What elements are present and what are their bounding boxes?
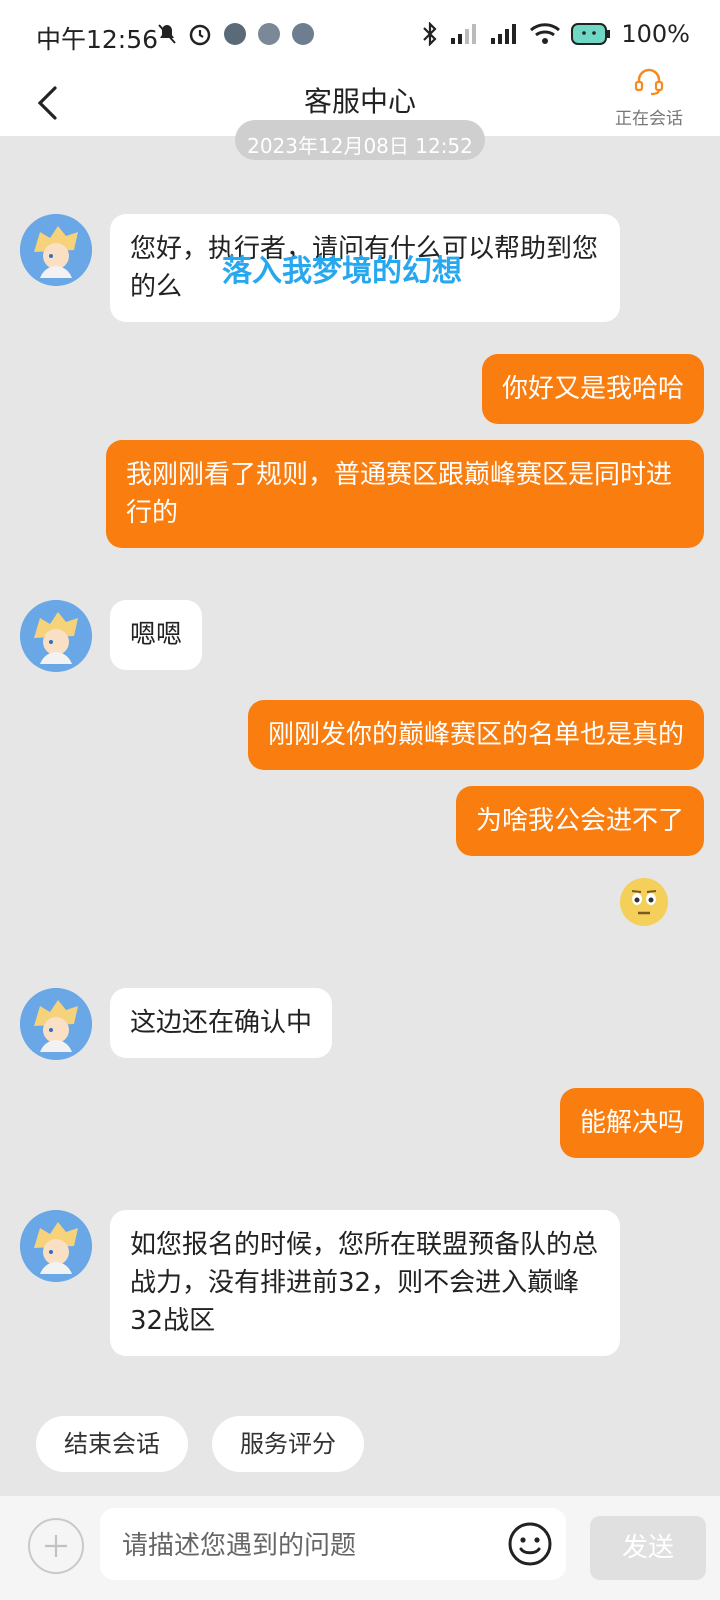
message-bubble-agent: 这边还在确认中	[110, 988, 333, 1058]
signal-icon	[491, 24, 517, 44]
mute-bell-icon	[158, 24, 176, 44]
status-system-icons: 100%	[421, 20, 690, 48]
add-attachment-button[interactable]	[28, 1518, 84, 1574]
overlay-watermark-text: 落入我梦境的幻想	[222, 254, 462, 289]
message-bubble-user: 我刚刚看了规则，普通赛区跟巅峰赛区是同时进行的	[106, 440, 704, 548]
message-bubble-user: 为啥我公会进不了	[455, 786, 704, 856]
smile-icon	[508, 1522, 552, 1566]
agent-avatar[interactable]	[20, 600, 92, 672]
end-session-button[interactable]: 结束会话	[36, 1416, 188, 1472]
alarm-icon	[189, 24, 211, 46]
app-notification-icon	[292, 23, 314, 45]
headset-icon	[634, 68, 664, 96]
bluetooth-icon	[423, 22, 437, 46]
flushed-emoji-icon	[620, 878, 668, 926]
chat-timestamp: 2023年12月08日 12:52	[235, 120, 485, 160]
message-bubble-agent: 如您报名的时候，您所在联盟预备队的总战力，没有排进前32，则不会进入巅峰32战区	[110, 1210, 620, 1356]
agent-avatar[interactable]	[20, 988, 92, 1060]
status-notification-icons	[158, 22, 314, 46]
signal-icon	[451, 24, 477, 44]
emoji-button[interactable]	[506, 1520, 554, 1568]
message-bubble-user: 能解决吗	[559, 1088, 704, 1158]
agent-avatar[interactable]	[20, 214, 92, 286]
message-input-box	[100, 1508, 566, 1582]
status-time: 中午12:56	[36, 25, 159, 54]
quick-actions: 结束会话 服务评分	[36, 1416, 364, 1472]
agent-avatar[interactable]	[20, 1210, 92, 1282]
input-bar: 发送	[0, 1496, 720, 1600]
status-bar: 中午12:56 100%	[0, 0, 720, 72]
send-button[interactable]: 发送	[590, 1516, 706, 1580]
battery-percent: 100%	[621, 20, 690, 48]
rate-service-button[interactable]: 服务评分	[212, 1416, 364, 1472]
app-notification-icon	[258, 23, 280, 45]
plus-icon	[45, 1535, 67, 1557]
wifi-icon	[530, 23, 561, 44]
message-bubble-user: 刚刚发你的巅峰赛区的名单也是真的	[247, 700, 704, 770]
session-status[interactable]: 正在会话	[604, 68, 694, 132]
session-status-label: 正在会话	[615, 109, 683, 129]
message-bubble-agent: 嗯嗯	[110, 600, 203, 670]
message-bubble-user: 你好又是我哈哈	[481, 354, 704, 424]
message-input[interactable]	[120, 1508, 484, 1582]
app-notification-icon	[224, 23, 246, 45]
battery-icon	[571, 23, 611, 45]
chat-area[interactable]: 2023年12月08日 12:52 您好，执行者，请问有什么可以帮助到您的么 落…	[0, 120, 720, 1496]
